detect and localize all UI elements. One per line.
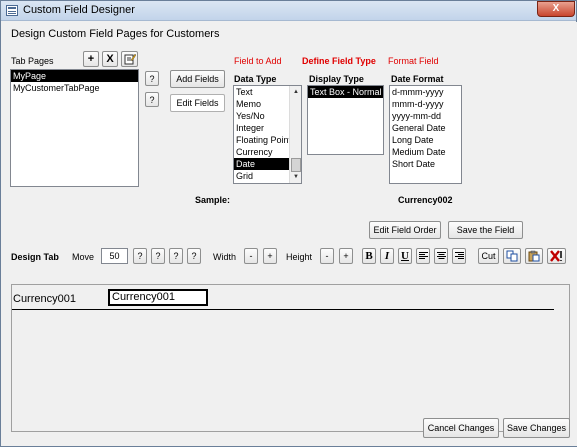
height-increase-button[interactable]: + xyxy=(339,248,353,264)
dialog-client-area: Design Custom Field Pages for Customers … xyxy=(2,22,577,446)
move-label: Move xyxy=(72,252,95,262)
scroll-up-icon[interactable]: ▲ xyxy=(292,88,300,96)
edit-field-order-button[interactable]: Edit Field Order xyxy=(369,221,441,239)
add-fields-button[interactable]: Add Fields xyxy=(170,70,225,88)
help-button-add[interactable]: ? xyxy=(145,71,159,86)
scroll-thumb[interactable] xyxy=(291,158,301,172)
display-type-label: Display Type xyxy=(309,74,364,84)
align-center-icon xyxy=(436,252,446,259)
paste-button[interactable] xyxy=(525,248,543,264)
date-format-item[interactable]: mmm-d-yyyy xyxy=(390,98,461,110)
height-label: Height xyxy=(286,252,313,262)
window-title: Custom Field Designer xyxy=(23,4,135,16)
move-up-button[interactable]: ? xyxy=(151,248,165,264)
cut-button[interactable]: Cut xyxy=(478,248,499,264)
align-center-button[interactable] xyxy=(434,248,448,264)
copy-button[interactable] xyxy=(503,248,521,264)
design-row-divider xyxy=(12,309,554,310)
display-type-item-text-box-normal[interactable]: Text Box - Normal xyxy=(308,86,383,98)
copy-icon xyxy=(506,250,518,262)
display-type-list[interactable]: Text Box - Normal xyxy=(307,85,384,155)
edit-tab-page-button[interactable] xyxy=(121,51,138,67)
underline-button[interactable]: U xyxy=(398,248,412,264)
align-right-icon xyxy=(454,252,464,259)
define-field-type-header: Define Field Type xyxy=(302,56,376,66)
move-down-button[interactable]: ? xyxy=(169,248,183,264)
design-field-textbox[interactable]: Currency001 xyxy=(108,289,208,306)
design-tab-label: Design Tab xyxy=(11,252,59,262)
edit-fields-button[interactable]: Edit Fields xyxy=(170,94,225,112)
close-window-button[interactable]: X xyxy=(537,1,575,17)
data-type-item-date[interactable]: Date xyxy=(234,158,289,170)
custom-field-designer-window: Custom Field Designer X Design Custom Fi… xyxy=(0,0,577,447)
cancel-changes-button[interactable]: Cancel Changes xyxy=(423,418,499,438)
tab-page-item-mypage[interactable]: MyPage xyxy=(11,70,138,82)
edit-note-icon xyxy=(124,53,136,65)
tab-pages-label: Tab Pages xyxy=(11,56,54,66)
date-format-label: Date Format xyxy=(391,74,444,84)
data-type-list[interactable]: Text Memo Yes/No Integer Floating Point … xyxy=(233,85,302,184)
move-left-button[interactable]: ? xyxy=(133,248,147,264)
date-format-item[interactable]: General Date xyxy=(390,122,461,134)
delete-field-button[interactable] xyxy=(547,248,566,264)
delete-x-icon xyxy=(549,250,562,262)
data-type-label: Data Type xyxy=(234,74,277,84)
height-decrease-button[interactable]: - xyxy=(320,248,334,264)
align-right-button[interactable] xyxy=(452,248,466,264)
page-heading: Design Custom Field Pages for Customers xyxy=(11,28,220,40)
design-canvas[interactable]: Currency001 Currency001 xyxy=(11,284,570,432)
design-field-label[interactable]: Currency001 xyxy=(13,293,76,305)
scroll-down-icon[interactable]: ▼ xyxy=(292,173,300,181)
move-right-button[interactable]: ? xyxy=(187,248,201,264)
save-the-field-button[interactable]: Save the Field xyxy=(448,221,523,239)
bold-button[interactable]: B xyxy=(362,248,376,264)
remove-tab-page-button[interactable]: X xyxy=(102,51,118,67)
date-format-item[interactable]: d-mmm-yyyy xyxy=(390,86,461,98)
tab-page-item-mycustomertabpage[interactable]: MyCustomerTabPage xyxy=(11,82,138,94)
title-bar: Custom Field Designer X xyxy=(1,1,576,21)
help-button-edit[interactable]: ? xyxy=(145,92,159,107)
width-decrease-button[interactable]: - xyxy=(244,248,258,264)
date-format-item[interactable]: Short Date xyxy=(390,158,461,170)
save-changes-button[interactable]: Save Changes xyxy=(503,418,570,438)
sample-label: Sample: xyxy=(195,195,231,205)
add-tab-page-button[interactable]: + xyxy=(83,51,99,67)
paste-icon xyxy=(528,250,540,262)
tab-pages-list[interactable]: MyPage MyCustomerTabPage xyxy=(10,69,139,187)
format-field-header: Format Field xyxy=(388,56,439,66)
italic-button[interactable]: I xyxy=(380,248,394,264)
align-left-icon xyxy=(418,252,428,259)
data-type-scrollbar[interactable]: ▲ ▼ xyxy=(289,86,301,183)
date-format-item[interactable]: yyyy-mm-dd xyxy=(390,110,461,122)
width-label: Width xyxy=(213,252,237,262)
field-to-add-header: Field to Add xyxy=(234,56,282,66)
date-format-item[interactable]: Medium Date xyxy=(390,146,461,158)
sample-value: Currency002 xyxy=(398,195,453,205)
date-format-list[interactable]: d-mmm-yyyy mmm-d-yyyy yyyy-mm-dd General… xyxy=(389,85,462,184)
date-format-item[interactable]: Long Date xyxy=(390,134,461,146)
move-amount-input[interactable]: 50 xyxy=(101,248,128,264)
app-icon xyxy=(6,5,18,16)
width-increase-button[interactable]: + xyxy=(263,248,277,264)
align-left-button[interactable] xyxy=(416,248,430,264)
